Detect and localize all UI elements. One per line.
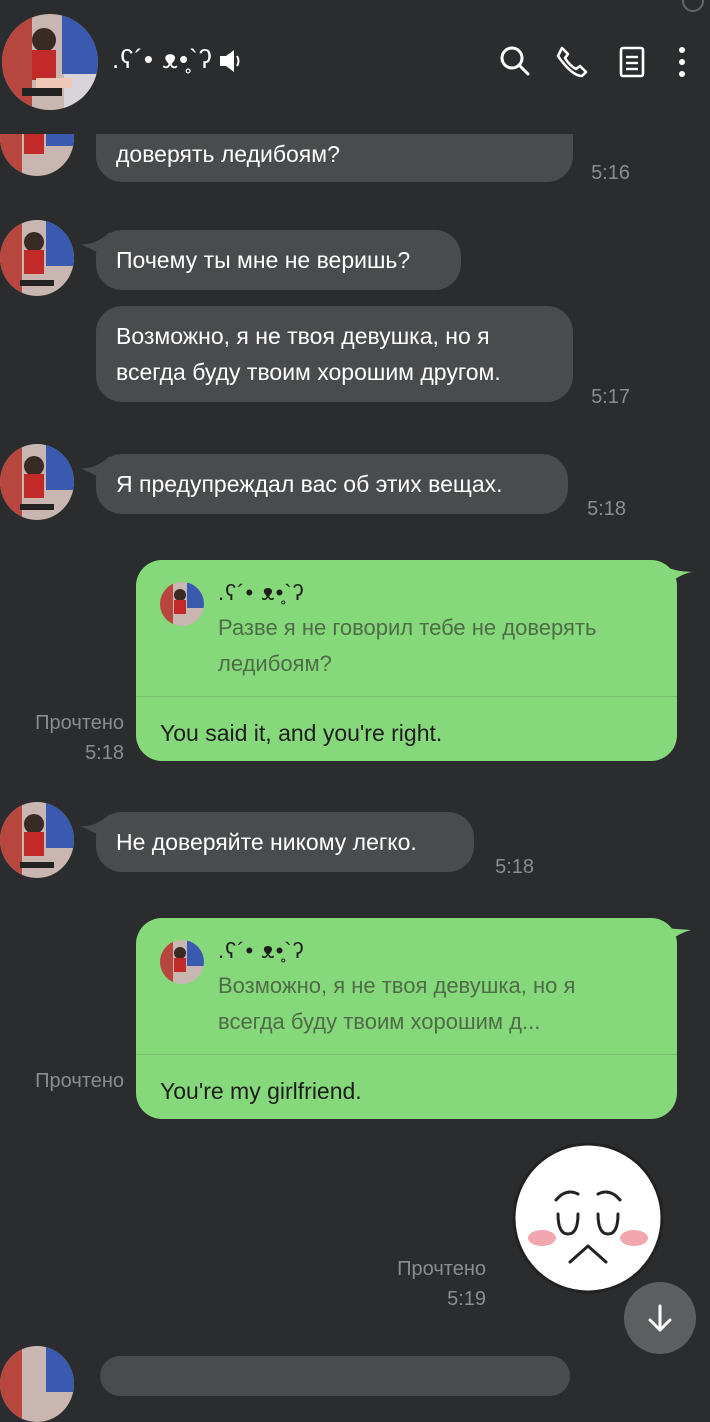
read-status: Прочтено [35,1070,124,1092]
avatar [160,940,204,984]
quoted-text: Разве я не говорил тебе не доверять леди… [218,615,597,676]
message-bubble[interactable]: Я предупреждал вас об этих вещах. [96,454,568,514]
sad-face-sticker[interactable] [512,1142,664,1294]
message-bubble[interactable]: Не доверяйте никому легко. [96,812,474,872]
quoted-sender: .ʕ´• ᴥ•̥`ʔ [218,580,305,605]
read-status: Прочтено [397,1258,486,1280]
scroll-to-bottom-button[interactable] [624,1282,696,1354]
message-time: 5:18 [85,742,124,764]
reply-text: You're my girlfriend. [160,1078,362,1104]
search-icon[interactable] [498,44,534,80]
message-bubble[interactable]: Почему ты мне не веришь? [96,230,461,290]
quoted-sender: .ʕ´• ᴥ•̥`ʔ [218,938,305,963]
message-bubble[interactable] [100,1356,570,1396]
phone-icon[interactable] [554,44,590,80]
speaker-icon [218,48,242,79]
message-text: доверять ледибоям? [116,141,340,167]
message-bubble[interactable]: Возможно, я не твоя девушка, но я всегда… [96,306,573,402]
read-receipt: Прочтено 5:19 [386,1254,486,1314]
message-time: 5:16 [591,162,630,184]
read-receipt: Прочтено [24,1066,124,1096]
read-receipt: Прочтено 5:18 [24,708,124,768]
avatar [160,582,204,626]
message-time: 5:17 [591,386,630,408]
reply-bubble[interactable]: .ʕ´• ᴥ•̥`ʔ Разве я не говорил тебе не до… [136,560,693,761]
message-text: Я предупреждал вас об этих вещах. [116,471,503,497]
message-time: 5:19 [447,1288,486,1310]
avatar[interactable] [0,444,74,520]
avatar[interactable] [0,1346,74,1422]
more-vert-icon[interactable] [664,44,700,80]
status-indicator [682,0,704,12]
avatar[interactable] [0,802,74,878]
quoted-message[interactable]: .ʕ´• ᴥ•̥`ʔ Разве я не говорил тебе не до… [136,560,677,697]
arrow-down-icon [648,1304,672,1332]
avatar[interactable] [0,220,74,296]
quoted-message[interactable]: .ʕ´• ᴥ•̥`ʔ Возможно, я не твоя девушка, … [136,918,677,1055]
reply-bubble[interactable]: .ʕ´• ᴥ•̥`ʔ Возможно, я не твоя девушка, … [136,918,691,1119]
contact-name[interactable]: .ʕ´• ᴥ•̥`ʔ [112,44,213,75]
notes-icon[interactable] [614,44,650,80]
message-text: Возможно, я не твоя девушка, но я всегда… [116,323,501,385]
reply-text: You said it, and you're right. [160,720,443,746]
message-time: 5:18 [495,856,534,878]
message-text: Не доверяйте никому легко. [116,829,417,855]
quoted-text: Возможно, я не твоя девушка, но я всегда… [218,973,576,1034]
read-status: Прочтено [35,712,124,734]
message-text: Почему ты мне не веришь? [116,247,411,273]
contact-avatar[interactable] [2,14,98,110]
chat-header: .ʕ´• ᴥ•̥`ʔ [0,0,710,134]
message-time: 5:18 [587,498,626,520]
